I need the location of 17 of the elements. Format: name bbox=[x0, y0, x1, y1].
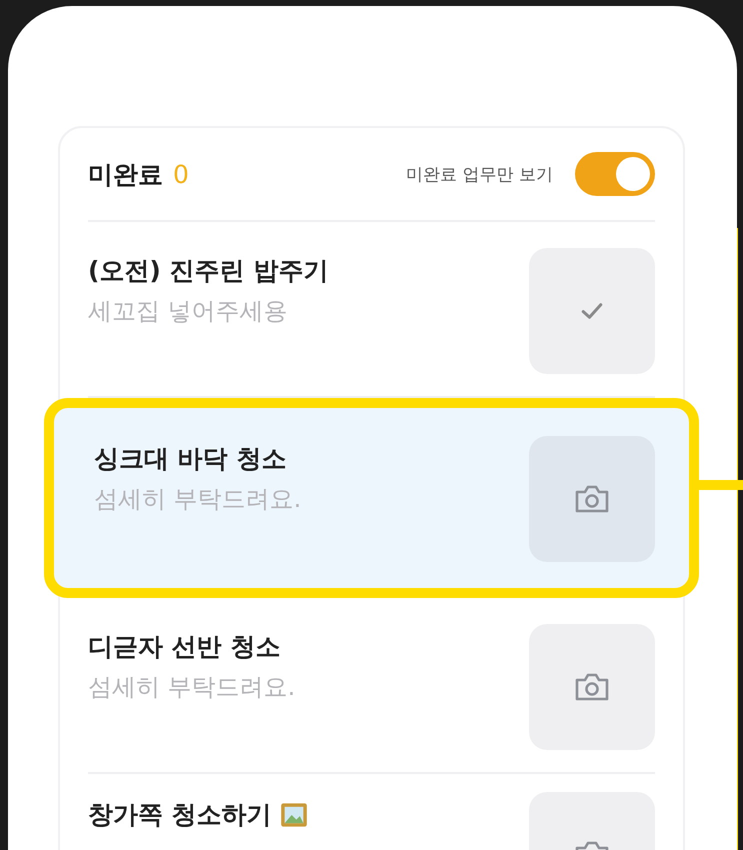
task-title: (오전) 진주린 밥주기 bbox=[88, 255, 328, 287]
task-note: 섬세히 부탁드려요. bbox=[88, 672, 296, 703]
filter-toggle[interactable] bbox=[575, 152, 655, 196]
complete-button[interactable] bbox=[529, 248, 655, 374]
photo-button[interactable] bbox=[529, 624, 655, 750]
task-note: 섬세히 부탁드려요. bbox=[94, 484, 302, 515]
camera-icon bbox=[574, 484, 610, 514]
photo-button[interactable] bbox=[529, 436, 655, 562]
task-title: 디귿자 선반 청소 bbox=[88, 631, 280, 663]
count-label: 0 bbox=[173, 160, 189, 188]
camera-icon bbox=[574, 672, 610, 702]
task-note: 세꼬집 넣어주세용 bbox=[88, 296, 289, 327]
highlighted-task-row[interactable]: 싱크대 바닥 청소 섬세히 부탁드려요. bbox=[44, 398, 699, 598]
task-title: 싱크대 바닥 청소 bbox=[94, 443, 286, 475]
filter-label: 미완료 업무만 보기 bbox=[406, 164, 553, 186]
section-title: 미완료 bbox=[88, 158, 163, 190]
task-title: 창가쪽 청소하기 bbox=[88, 799, 272, 831]
